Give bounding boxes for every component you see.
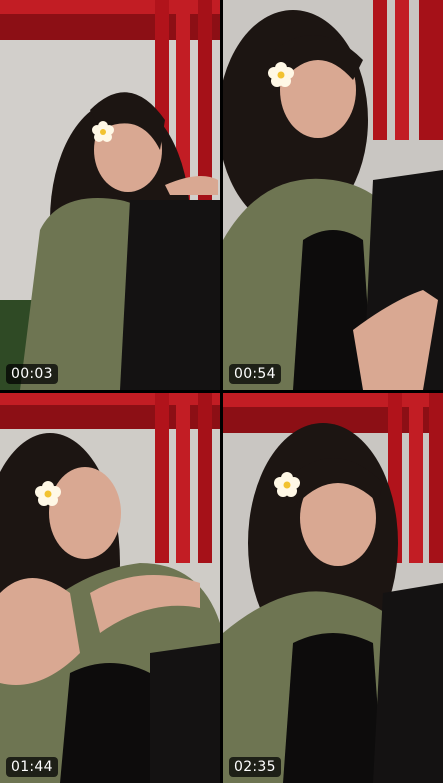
video-timestamp: 00:03 <box>6 364 58 384</box>
video-timestamp: 02:35 <box>229 757 281 777</box>
video-frame-1 <box>0 0 220 390</box>
video-frame-3 <box>0 393 220 783</box>
video-thumbnail-3[interactable]: 01:44 <box>0 393 220 783</box>
video-thumbnail-grid: 00:03 00:54 01:44 02:35 <box>0 0 443 783</box>
video-thumbnail-1[interactable]: 00:03 <box>0 0 220 390</box>
video-frame-2 <box>223 0 443 390</box>
video-timestamp: 01:44 <box>6 757 58 777</box>
video-thumbnail-2[interactable]: 00:54 <box>223 0 443 390</box>
video-thumbnail-4[interactable]: 02:35 <box>223 393 443 783</box>
video-timestamp: 00:54 <box>229 364 281 384</box>
video-frame-4 <box>223 393 443 783</box>
